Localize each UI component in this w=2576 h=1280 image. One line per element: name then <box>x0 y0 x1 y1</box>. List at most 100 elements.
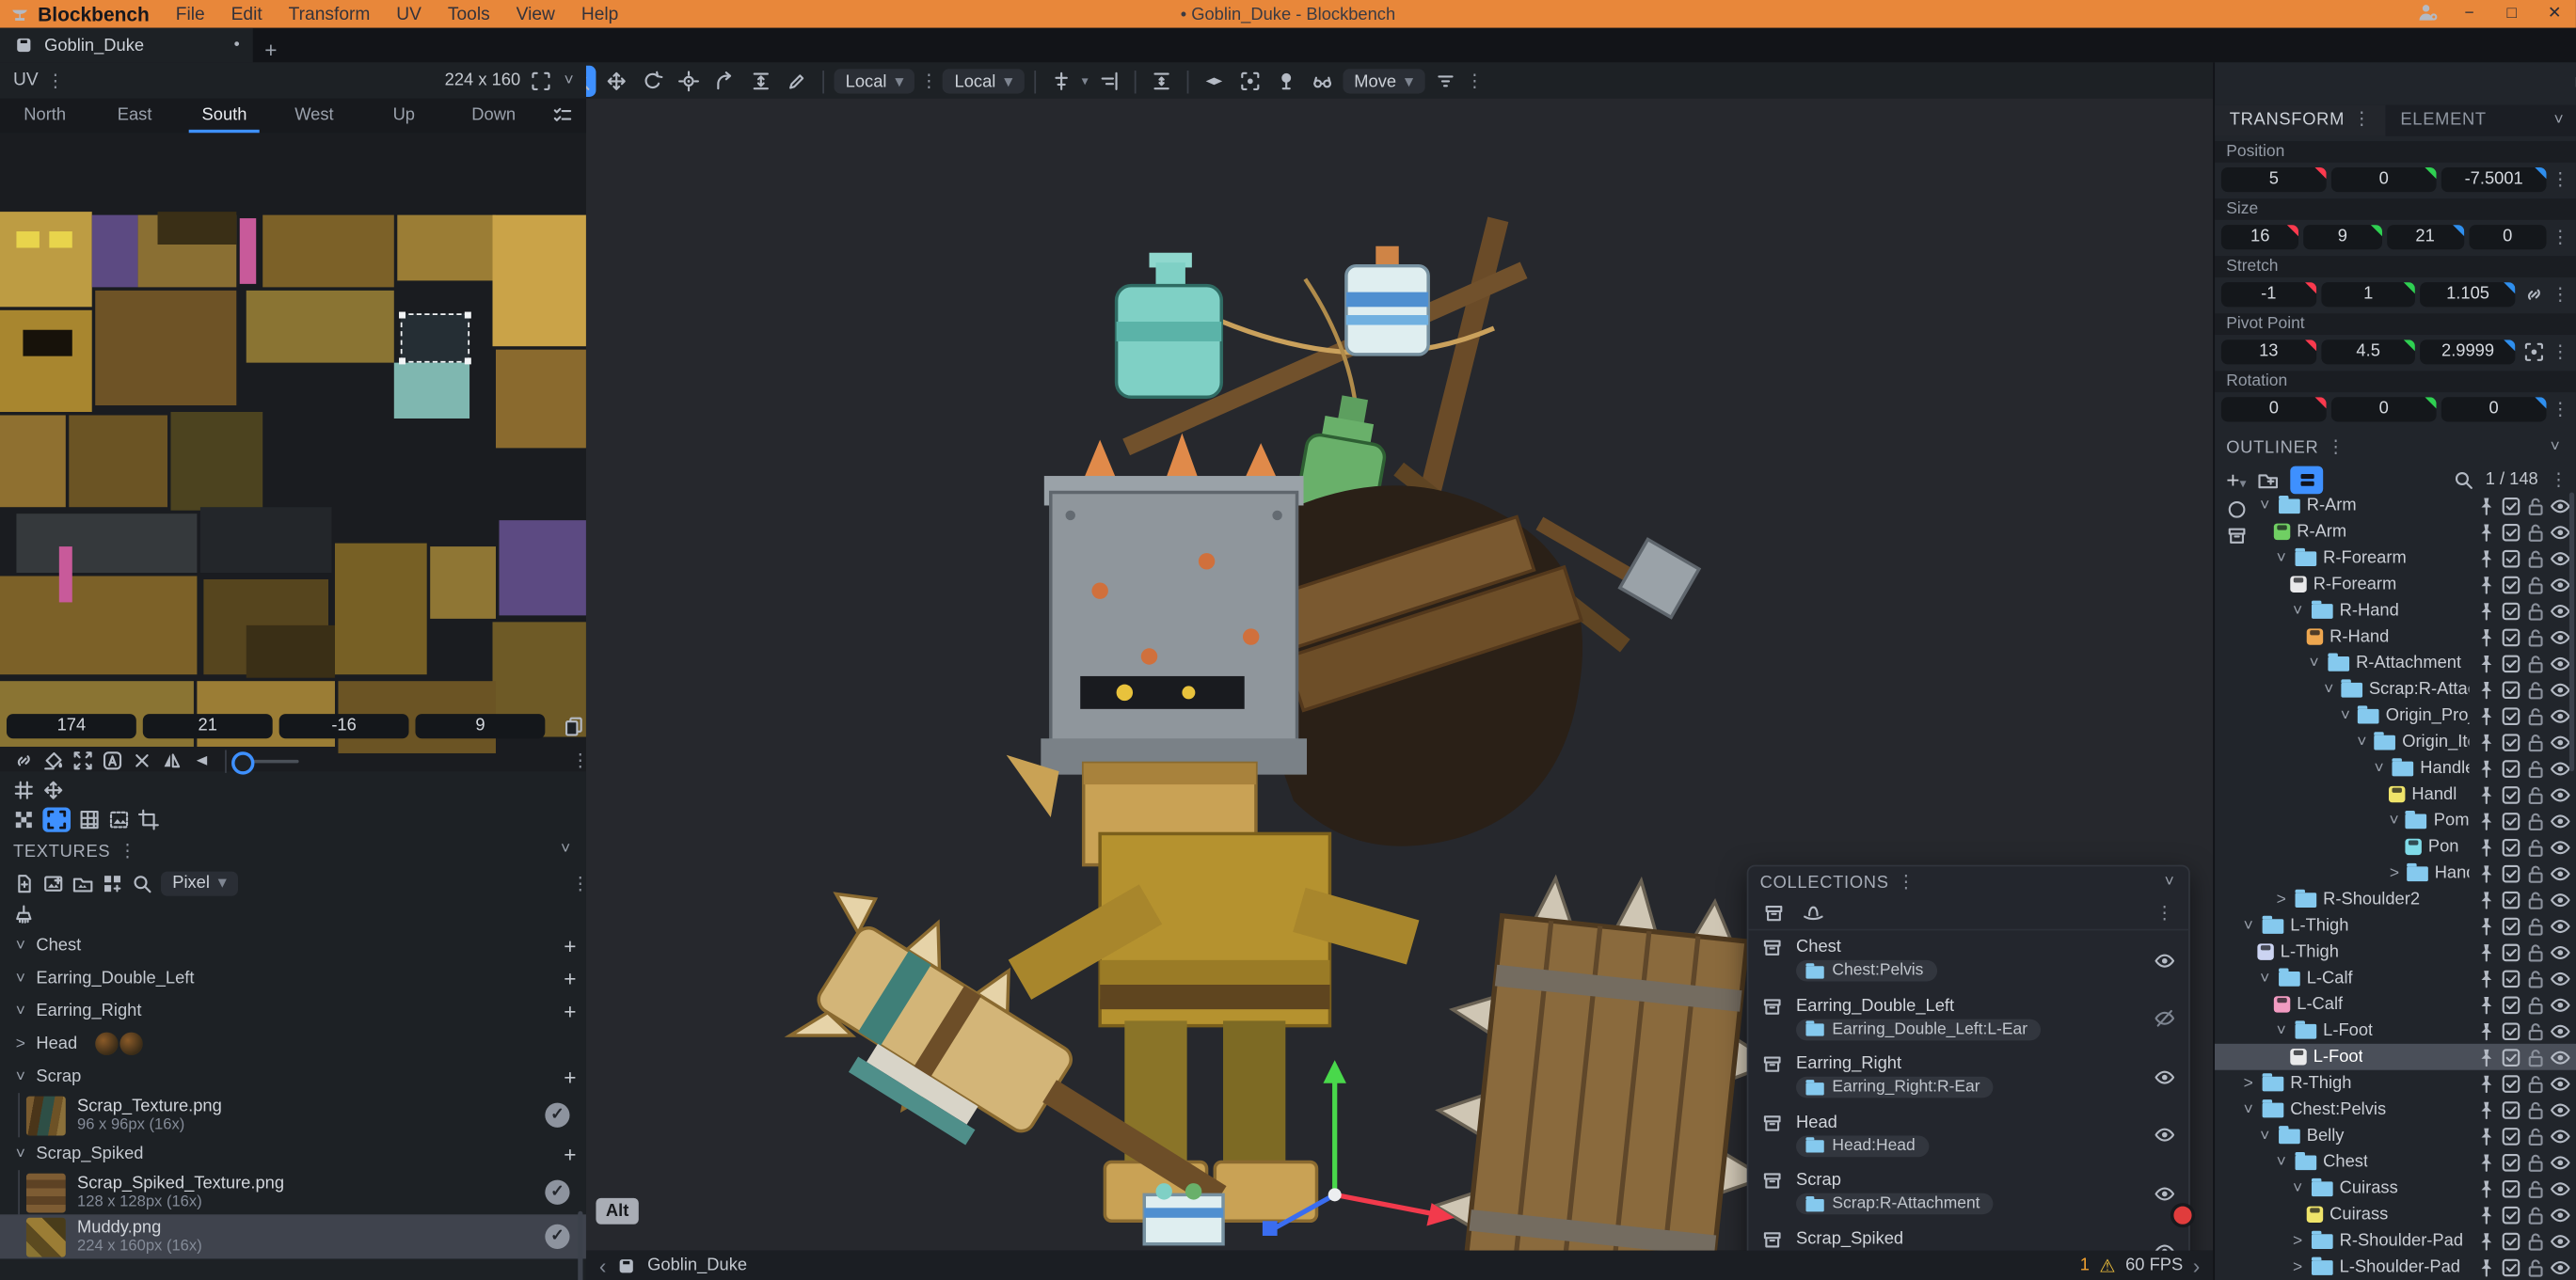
outliner-row-chest-pelvis[interactable]: ˅Chest:Pelvis <box>2215 1097 2576 1123</box>
field-menu-icon[interactable]: ⋮ <box>2552 169 2569 191</box>
lock-icon[interactable] <box>2525 626 2547 648</box>
export-checkbox-icon[interactable] <box>2501 1046 2522 1067</box>
outliner-row-l-thigh[interactable]: ˅L-Thigh <box>2215 912 2576 939</box>
visibility-icon[interactable] <box>2550 757 2571 779</box>
collections-overflow-icon[interactable]: ⋮ <box>2155 903 2173 924</box>
menu-edit[interactable]: Edit <box>218 4 276 24</box>
chevron-down-icon[interactable]: ˅ <box>2274 549 2289 567</box>
add-cube-button[interactable]: +▾ <box>2226 466 2246 493</box>
visibility-icon[interactable] <box>2550 1125 2571 1146</box>
texture-filter-select[interactable]: Pixel▾ <box>161 871 238 895</box>
outliner-search-icon[interactable] <box>2453 468 2474 490</box>
knife-tool[interactable] <box>782 66 813 97</box>
outliner-row-handle[interactable]: ˅Handle <box>2215 755 2576 782</box>
outliner-scrollbar[interactable] <box>2569 493 2574 772</box>
pin-icon[interactable] <box>2475 1151 2497 1173</box>
outliner-menu-icon[interactable]: ⋮ <box>2327 436 2345 458</box>
pin-icon[interactable] <box>2475 783 2497 805</box>
export-checkbox-icon[interactable] <box>2501 889 2522 910</box>
chevron-right-icon[interactable]: ˃ <box>2389 864 2400 882</box>
export-checkbox-icon[interactable] <box>2501 574 2522 595</box>
pin-icon[interactable] <box>2475 1125 2497 1146</box>
lock-icon[interactable] <box>2525 1151 2547 1173</box>
chevron-down-icon[interactable]: ˅ <box>2274 1021 2289 1039</box>
mirror-x-icon[interactable] <box>161 750 183 771</box>
align-right-tool[interactable] <box>1093 66 1124 97</box>
create-texture-icon[interactable] <box>13 872 35 893</box>
pin-icon[interactable] <box>2475 862 2497 884</box>
lock-icon[interactable] <box>2525 1204 2547 1225</box>
lock-icon[interactable] <box>2525 862 2547 884</box>
lock-icon[interactable] <box>2525 1098 2547 1120</box>
visibility-icon[interactable] <box>2550 1256 2571 1278</box>
visibility-icon[interactable] <box>2550 968 2571 989</box>
open-texture-folder-icon[interactable] <box>72 872 94 893</box>
outliner-row-r-forearm[interactable]: R-Forearm <box>2215 571 2576 597</box>
focus-icon[interactable] <box>2520 341 2547 363</box>
visibility-icon[interactable] <box>2550 889 2571 910</box>
uv-tab-east[interactable]: East <box>89 99 179 134</box>
collections-menu-icon[interactable]: ⋮ <box>1897 872 1915 893</box>
uv-selection-box[interactable] <box>401 313 469 362</box>
visibility-on-icon[interactable] <box>2154 1067 2175 1088</box>
copy-icon[interactable] <box>564 715 585 736</box>
export-checkbox-icon[interactable] <box>2501 1020 2522 1042</box>
lock-icon[interactable] <box>2525 704 2547 726</box>
uv-drag-icon[interactable] <box>42 780 64 801</box>
scenery-icon[interactable] <box>1270 66 1301 97</box>
add-texture-icon[interactable]: + <box>564 1065 576 1089</box>
texture-overlay-icon[interactable] <box>108 809 130 830</box>
transform-field[interactable]: 0 <box>2469 225 2546 249</box>
stretch-tool[interactable] <box>745 66 776 97</box>
export-checkbox-icon[interactable] <box>2501 862 2522 884</box>
lock-icon[interactable] <box>2525 574 2547 595</box>
search-icon[interactable] <box>132 872 153 893</box>
visibility-icon[interactable] <box>2550 704 2571 726</box>
gizmo-mode-select[interactable]: Move▾ <box>1343 69 1424 93</box>
transform-field[interactable]: 21 <box>2386 225 2463 249</box>
warning-count[interactable]: 1 <box>2080 1256 2090 1275</box>
auto-uv-icon[interactable] <box>102 750 123 771</box>
chevron-down-icon[interactable]: ˅ <box>2340 706 2352 724</box>
outliner-collapse-icon[interactable]: ˅ <box>2548 438 2563 456</box>
export-checkbox-icon[interactable] <box>2501 521 2522 543</box>
pin-icon[interactable] <box>2475 1230 2497 1252</box>
export-checkbox-icon[interactable] <box>2501 731 2522 752</box>
transform-field[interactable]: 2.9999 <box>2421 340 2516 364</box>
export-checkbox-icon[interactable] <box>2501 810 2522 831</box>
visibility-icon[interactable] <box>2550 810 2571 831</box>
vertex-snap-tool[interactable] <box>709 66 740 97</box>
visibility-icon[interactable] <box>2550 731 2571 752</box>
lock-icon[interactable] <box>2525 757 2547 779</box>
transform-field[interactable]: 1.105 <box>2421 282 2516 307</box>
outliner-row-r-hand[interactable]: R-Hand <box>2215 624 2576 650</box>
texture-item[interactable]: Muddy.png224 x 160px (16x) ✓ <box>0 1214 586 1258</box>
menu-view[interactable]: View <box>503 4 568 24</box>
uv-tab-down[interactable]: Down <box>449 99 538 134</box>
lock-icon[interactable] <box>2525 1125 2547 1146</box>
uv-tab-north[interactable]: North <box>0 99 89 134</box>
align-dropdown-icon[interactable]: ▾ <box>1082 74 1089 89</box>
collection-item[interactable]: Scrap Scrap:R-Attachment <box>1748 1163 2188 1222</box>
align-center-tool[interactable] <box>1045 66 1076 97</box>
warning-icon[interactable]: ⚠ <box>2099 1255 2115 1276</box>
export-checkbox-icon[interactable] <box>2501 1256 2522 1278</box>
texture-group-head[interactable]: ˃Head <box>0 1027 586 1060</box>
outliner-row-r-forearm[interactable]: ˅R-Forearm <box>2215 545 2576 571</box>
uv-coord-field-3[interactable]: 9 <box>415 713 545 737</box>
add-texture-icon[interactable]: + <box>564 966 576 990</box>
visibility-icon[interactable] <box>2550 1204 2571 1225</box>
uv-collapse-icon[interactable]: ˅ <box>562 71 577 89</box>
transform-space-select[interactable]: Local▾ <box>834 69 914 93</box>
export-checkbox-icon[interactable] <box>2501 653 2522 674</box>
outliner-row-scrap-r-attachm[interactable]: ˅Scrap:R-Attachm <box>2215 676 2576 703</box>
project-tab[interactable]: Goblin_Duke • <box>0 28 253 63</box>
lock-icon[interactable] <box>2525 941 2547 963</box>
outliner-view-toggle[interactable] <box>2291 466 2324 494</box>
outliner-row-r-attachment[interactable]: ˅R-Attachment <box>2215 650 2576 676</box>
lock-icon[interactable] <box>2525 968 2547 989</box>
lock-icon[interactable] <box>2525 889 2547 910</box>
visibility-icon[interactable] <box>2550 574 2571 595</box>
export-checkbox-icon[interactable] <box>2501 679 2522 701</box>
export-checkbox-icon[interactable] <box>2501 1072 2522 1094</box>
